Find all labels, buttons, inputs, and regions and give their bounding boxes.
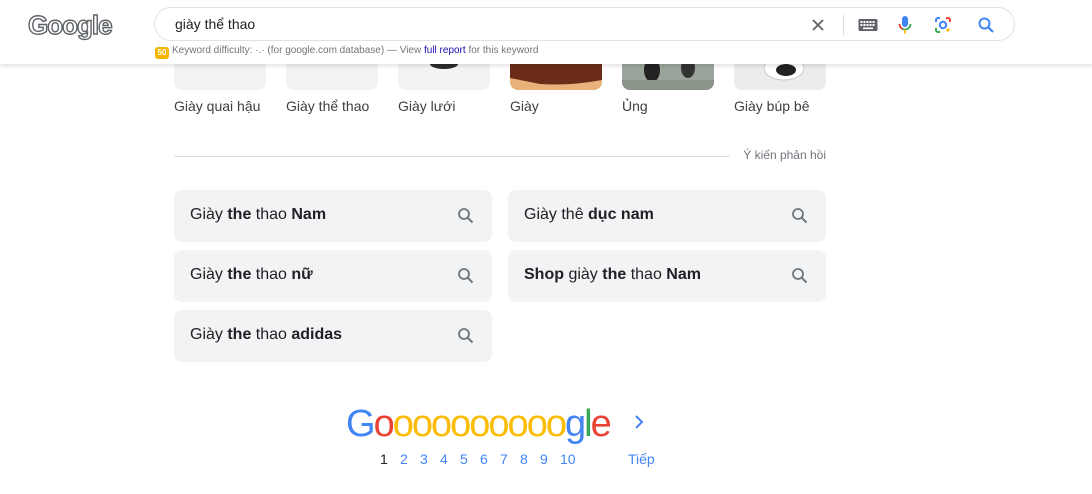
pager-logo-letter: o — [411, 403, 433, 445]
kwd-dots: ·.· — [255, 45, 265, 56]
related-search-fragment: Giày — [190, 266, 228, 283]
kwd-mid: (for google.com database) — View — [264, 45, 424, 56]
related-search-item[interactable]: Giày the thao adidas — [174, 310, 492, 362]
page-number: 1 — [380, 451, 388, 467]
related-search-item[interactable]: Shop giày the thao Nam — [508, 250, 826, 302]
search-icon — [790, 266, 810, 286]
pager-logo-letter: o — [469, 403, 490, 445]
search-icon — [456, 206, 476, 226]
pager-logo-letter: g — [564, 403, 586, 445]
google-logo[interactable]: Google — [27, 9, 113, 41]
related-search-fragment: the — [602, 266, 627, 283]
related-search-fragment: thao — [251, 206, 292, 223]
image-label[interactable]: Giày lưới — [398, 98, 490, 114]
related-search-text: Shop giày the thao Nam — [524, 266, 701, 284]
pager-logo-letter: o — [545, 403, 567, 445]
search-icon — [456, 326, 476, 346]
related-search-fragment: the — [227, 206, 252, 223]
related-search-fragment: dục nam — [588, 206, 654, 223]
related-search-item[interactable]: Giày the thao Nam — [174, 190, 492, 242]
top-header: Google giày thể thao 50 Keyword difficul… — [0, 0, 1092, 64]
related-search-fragment: the — [227, 266, 252, 283]
feedback-link[interactable]: Ý kiến phản hồi — [743, 148, 826, 162]
related-search-fragment: adidas — [291, 326, 343, 343]
keyword-difficulty-bar: 50 Keyword difficulty: ·.· (for google.co… — [155, 45, 538, 59]
related-search-fragment: Giày — [190, 206, 228, 223]
pager-logo-letter: o — [488, 403, 509, 445]
section-divider — [174, 156, 730, 157]
page-number[interactable]: 3 — [420, 451, 440, 467]
pager-logo-letter: o — [507, 403, 529, 445]
page-number[interactable]: 8 — [520, 451, 540, 467]
related-search-text: Giày the thao Nam — [190, 206, 326, 224]
page-number[interactable]: 10 — [560, 451, 580, 467]
kwd-suffix: for this keyword — [465, 45, 539, 56]
related-search-fragment: the — [227, 326, 252, 343]
page-numbers: 1 2 3 4 5 6 7 8 9 10 — [380, 451, 580, 467]
pager-logo-letter: G — [346, 403, 376, 445]
pager-logo-letter: o — [526, 403, 548, 445]
logo-text: Google — [27, 9, 113, 40]
related-search-fragment: Nam — [291, 206, 327, 223]
keyboard-icon[interactable] — [857, 14, 879, 36]
page-number[interactable]: 4 — [440, 451, 460, 467]
related-search-fragment: Shop — [524, 266, 564, 283]
full-report-link[interactable]: full report — [424, 45, 466, 56]
related-search-fragment: giày — [564, 266, 603, 283]
image-label[interactable]: Ủng — [622, 98, 714, 114]
pager-logo-letter: o — [430, 403, 452, 445]
kwd-prefix: Keyword difficulty: — [172, 45, 256, 56]
next-page-link[interactable]: Tiếp — [628, 451, 655, 467]
related-search-fragment: Giày — [190, 326, 228, 343]
search-icon — [456, 266, 476, 286]
pagination-logo: Goooooooooogle — [346, 403, 612, 446]
related-search-fragment: Giày thê — [524, 206, 589, 223]
pager-logo-letter: o — [450, 403, 471, 445]
related-search-fragment: thao — [251, 266, 292, 283]
related-search-fragment: nữ — [291, 266, 313, 283]
related-search-fragment: Nam — [666, 266, 701, 283]
page-number[interactable]: 7 — [500, 451, 520, 467]
page-number[interactable]: 5 — [460, 451, 480, 467]
page-number[interactable]: 9 — [540, 451, 560, 467]
related-search-item[interactable]: Giày the thao nữ — [174, 250, 492, 302]
clear-icon[interactable] — [807, 14, 829, 36]
next-chevron-icon[interactable] — [634, 414, 644, 435]
search-submit-icon[interactable] — [975, 14, 997, 36]
related-search-text: Giày the thao adidas — [190, 326, 342, 344]
search-divider — [843, 15, 844, 35]
image-label[interactable]: Giày — [510, 98, 602, 114]
image-label[interactable]: Giày quai hậu — [174, 98, 266, 114]
image-label[interactable]: Giày thể thao — [286, 98, 378, 114]
image-label[interactable]: Giày búp bê — [734, 98, 826, 114]
related-search-fragment: thao — [626, 266, 667, 283]
related-search-text: Giày thê dục nam — [524, 206, 654, 224]
pager-logo-letter: o — [373, 403, 395, 445]
semrush-badge: 50 — [155, 47, 169, 59]
pager-logo-letter: e — [590, 403, 612, 445]
search-input[interactable]: giày thể thao — [175, 16, 255, 32]
related-search-text: Giày the thao nữ — [190, 266, 313, 284]
feedback-row: Ý kiến phản hồi — [174, 147, 826, 167]
search-icon — [790, 206, 810, 226]
related-search-fragment: thao — [251, 326, 292, 343]
search-box[interactable]: giày thể thao — [154, 7, 1015, 41]
google-lens-icon[interactable] — [932, 14, 954, 36]
microphone-icon[interactable] — [894, 14, 916, 36]
pager-logo-letter: o — [392, 403, 414, 445]
page-number[interactable]: 2 — [400, 451, 420, 467]
related-search-item[interactable]: Giày thê dục nam — [508, 190, 826, 242]
page-number[interactable]: 6 — [480, 451, 500, 467]
